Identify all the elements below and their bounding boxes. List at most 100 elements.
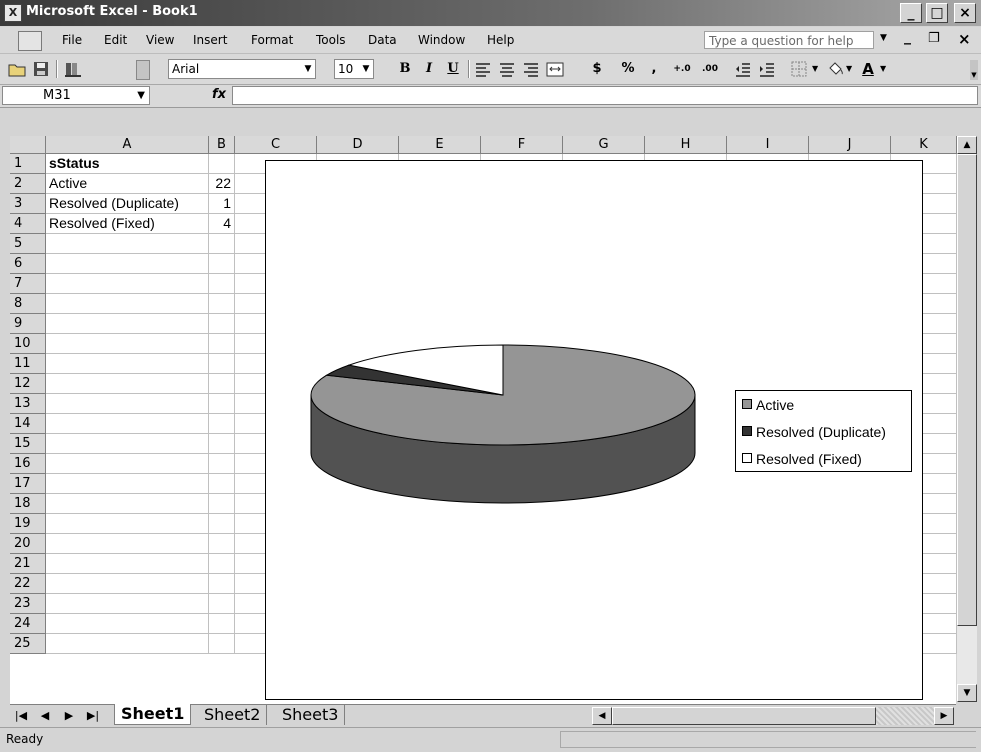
comma-button[interactable]: , — [648, 58, 660, 80]
row-header-4[interactable]: 4 — [10, 214, 46, 234]
row-header-24[interactable]: 24 — [10, 614, 46, 634]
cell-b13[interactable] — [209, 394, 235, 414]
row-header-15[interactable]: 15 — [10, 434, 46, 454]
column-header-f[interactable]: F — [481, 136, 563, 154]
currency-button[interactable]: $ — [590, 58, 604, 80]
row-header-21[interactable]: 21 — [10, 554, 46, 574]
increase-decimal-button[interactable]: +.0 — [670, 58, 694, 80]
cell-b7[interactable] — [209, 274, 235, 294]
cell-a16[interactable] — [46, 454, 209, 474]
vertical-scroll-thumb[interactable] — [957, 154, 977, 626]
open-folder-icon[interactable] — [8, 60, 26, 78]
cell-b6[interactable] — [209, 254, 235, 274]
cell-a25[interactable] — [46, 634, 209, 654]
borders-icon[interactable] — [790, 60, 808, 78]
cell-b15[interactable] — [209, 434, 235, 454]
cell-a24[interactable] — [46, 614, 209, 634]
increase-indent-icon[interactable] — [758, 60, 776, 78]
horizontal-scroll-track[interactable] — [876, 707, 934, 725]
cell-b14[interactable] — [209, 414, 235, 434]
row-header-22[interactable]: 22 — [10, 574, 46, 594]
cell-b22[interactable] — [209, 574, 235, 594]
cell-b16[interactable] — [209, 454, 235, 474]
cell-b11[interactable] — [209, 354, 235, 374]
select-all-button[interactable] — [10, 136, 46, 154]
save-icon[interactable] — [32, 60, 50, 78]
next-sheet-icon[interactable]: ▶ — [62, 709, 76, 722]
row-header-3[interactable]: 3 — [10, 194, 46, 214]
cell-b24[interactable] — [209, 614, 235, 634]
decrease-indent-icon[interactable] — [734, 60, 752, 78]
percent-button[interactable]: % — [620, 58, 636, 80]
workbook-icon[interactable] — [18, 31, 42, 51]
column-header-k[interactable]: K — [891, 136, 957, 154]
row-header-8[interactable]: 8 — [10, 294, 46, 314]
maximize-button[interactable]: □ — [926, 3, 948, 23]
column-header-i[interactable]: I — [727, 136, 809, 154]
row-header-16[interactable]: 16 — [10, 454, 46, 474]
menu-tools[interactable]: Tools — [316, 33, 346, 47]
minimize-button[interactable]: _ — [900, 3, 922, 23]
scroll-down-button[interactable]: ▼ — [957, 684, 977, 702]
cell-b17[interactable] — [209, 474, 235, 494]
cell-a20[interactable] — [46, 534, 209, 554]
horizontal-scrollbar[interactable]: ◀ ▶ — [592, 707, 954, 725]
row-header-14[interactable]: 14 — [10, 414, 46, 434]
scroll-left-button[interactable]: ◀ — [592, 707, 612, 725]
cell-b1[interactable] — [209, 154, 235, 174]
column-header-g[interactable]: G — [563, 136, 645, 154]
cell-b9[interactable] — [209, 314, 235, 334]
merge-center-icon[interactable] — [546, 60, 564, 78]
row-header-25[interactable]: 25 — [10, 634, 46, 654]
insert-function-icon[interactable]: fx — [212, 87, 226, 102]
row-header-7[interactable]: 7 — [10, 274, 46, 294]
column-header-d[interactable]: D — [317, 136, 399, 154]
toolbar-options-handle[interactable] — [136, 60, 150, 80]
cell-b4[interactable]: 4 — [209, 214, 235, 234]
cell-b18[interactable] — [209, 494, 235, 514]
menu-data[interactable]: Data — [368, 33, 397, 47]
row-header-5[interactable]: 5 — [10, 234, 46, 254]
scroll-right-button[interactable]: ▶ — [934, 707, 954, 725]
cell-b19[interactable] — [209, 514, 235, 534]
cell-a17[interactable] — [46, 474, 209, 494]
font-color-button[interactable]: A — [860, 58, 876, 80]
column-header-b[interactable]: B — [209, 136, 235, 154]
cell-b2[interactable]: 22 — [209, 174, 235, 194]
menu-help[interactable]: Help — [487, 33, 514, 47]
align-left-icon[interactable] — [474, 60, 492, 78]
tab-sheet3[interactable]: Sheet3 — [276, 705, 346, 725]
cell-b23[interactable] — [209, 594, 235, 614]
borders-dropdown-icon[interactable]: ▼ — [812, 64, 818, 73]
row-header-19[interactable]: 19 — [10, 514, 46, 534]
row-header-23[interactable]: 23 — [10, 594, 46, 614]
row-header-1[interactable]: 1 — [10, 154, 46, 174]
underline-button[interactable]: U — [444, 58, 462, 80]
cell-a5[interactable] — [46, 234, 209, 254]
doc-restore-button[interactable]: ❐ — [928, 31, 940, 46]
row-header-11[interactable]: 11 — [10, 354, 46, 374]
last-sheet-icon[interactable]: ▶| — [86, 709, 100, 722]
cell-a11[interactable] — [46, 354, 209, 374]
cell-b5[interactable] — [209, 234, 235, 254]
cell-a7[interactable] — [46, 274, 209, 294]
menu-insert[interactable]: Insert — [193, 33, 227, 47]
doc-close-button[interactable]: × — [958, 30, 971, 48]
italic-button[interactable]: I — [420, 58, 438, 80]
cell-a14[interactable] — [46, 414, 209, 434]
menu-view[interactable]: View — [146, 33, 174, 47]
chart-legend[interactable]: Active Resolved (Duplicate) Resolved (Fi… — [735, 390, 912, 472]
close-button[interactable]: × — [954, 3, 976, 23]
cell-a12[interactable] — [46, 374, 209, 394]
cell-b3[interactable]: 1 — [209, 194, 235, 214]
cell-a4[interactable]: Resolved (Fixed) — [46, 214, 209, 234]
row-header-6[interactable]: 6 — [10, 254, 46, 274]
prev-sheet-icon[interactable]: ◀ — [38, 709, 52, 722]
cell-a15[interactable] — [46, 434, 209, 454]
row-header-17[interactable]: 17 — [10, 474, 46, 494]
column-header-a[interactable]: A — [46, 136, 209, 154]
row-header-10[interactable]: 10 — [10, 334, 46, 354]
row-header-13[interactable]: 13 — [10, 394, 46, 414]
excel-app-icon[interactable]: X — [4, 4, 22, 22]
cell-a18[interactable] — [46, 494, 209, 514]
